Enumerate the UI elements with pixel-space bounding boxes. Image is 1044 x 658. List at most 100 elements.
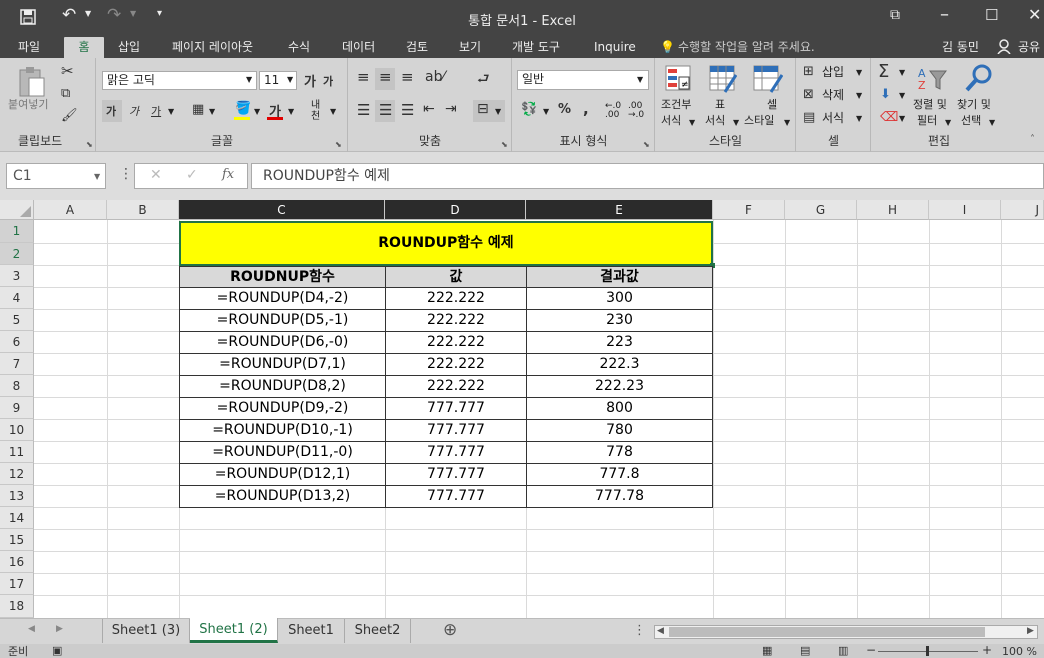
cell-result[interactable]: 777.78 <box>527 486 713 507</box>
format-cells-icon[interactable]: ▤ <box>803 110 815 125</box>
cell-function[interactable]: =ROUNDUP(D6,-0) <box>180 332 386 353</box>
cell-value[interactable]: 777.777 <box>386 442 527 463</box>
find-select-line1[interactable]: 찾기 및 <box>957 98 991 112</box>
scrollbar-thumb[interactable] <box>669 627 985 637</box>
maximize-icon[interactable]: ☐ <box>985 6 998 24</box>
format-as-table-chevron-icon[interactable]: ▼ <box>733 118 739 127</box>
decrease-decimal-icon[interactable]: .00 →.0 <box>628 102 646 120</box>
select-all-corner[interactable] <box>0 200 34 220</box>
column-header-c[interactable]: C <box>179 200 385 220</box>
cell-function[interactable]: =ROUNDUP(D5,-1) <box>180 310 386 331</box>
borders-chevron-icon[interactable]: ▼ <box>209 107 215 116</box>
cell-result[interactable]: 778 <box>527 442 713 463</box>
sheet-tab[interactable]: Sheet1 <box>278 619 345 643</box>
grow-font-icon[interactable]: 가 <box>304 71 316 90</box>
tab-formulas[interactable]: 수식 <box>286 37 312 58</box>
align-center-icon[interactable]: ☰ <box>379 101 392 119</box>
cell-value[interactable]: 222.222 <box>386 354 527 375</box>
row-header[interactable]: 8 <box>0 375 34 397</box>
cell-value[interactable]: 222.222 <box>386 376 527 397</box>
macro-record-icon[interactable]: ▣ <box>52 645 62 657</box>
cell-styles-line2[interactable]: 스타일 <box>744 114 774 128</box>
find-select-chevron-icon[interactable]: ▼ <box>989 118 995 127</box>
column-header-j[interactable]: J <box>1001 200 1044 220</box>
copy-icon[interactable]: ⧉ <box>61 86 70 101</box>
sort-filter-icon[interactable]: AZ <box>917 65 947 93</box>
row-header[interactable]: 7 <box>0 353 34 375</box>
cell-styles-icon[interactable] <box>753 65 783 93</box>
cell-function[interactable]: =ROUNDUP(D10,-1) <box>180 420 386 441</box>
italic-button[interactable]: 가 <box>129 103 139 119</box>
autosum-icon[interactable]: Σ <box>878 61 889 82</box>
orientation-icon[interactable]: ab⁄ <box>425 69 445 85</box>
cell-function[interactable]: =ROUNDUP(D9,-2) <box>180 398 386 419</box>
borders-icon[interactable]: ▦ <box>192 102 204 117</box>
cell-value[interactable]: 222.222 <box>386 310 527 331</box>
fill-chevron-icon[interactable]: ▼ <box>899 91 905 100</box>
cell-result[interactable]: 777.8 <box>527 464 713 485</box>
phonetic-chevron-icon[interactable]: ▼ <box>330 107 336 116</box>
merge-center-icon[interactable]: ⊟ <box>477 101 489 117</box>
tab-inquire[interactable]: Inquire <box>592 37 638 58</box>
insert-function-icon[interactable]: fx <box>222 167 234 182</box>
percent-style-button[interactable]: % <box>558 102 571 117</box>
row-header[interactable]: 3 <box>0 265 34 287</box>
sort-filter-line2[interactable]: 필터 <box>917 114 937 128</box>
cell-value[interactable]: 222.222 <box>386 332 527 353</box>
number-format-chevron-icon[interactable]: ▼ <box>637 75 643 84</box>
page-layout-view-icon[interactable]: ▤ <box>800 645 810 657</box>
cell-result[interactable]: 230 <box>527 310 713 331</box>
column-header-d[interactable]: D <box>385 200 526 220</box>
row-header[interactable]: 17 <box>0 573 34 595</box>
formula-bar-options-icon[interactable]: ⋮ <box>119 166 133 182</box>
underline-chevron-icon[interactable]: ▼ <box>168 107 174 116</box>
find-select-icon[interactable] <box>964 63 994 93</box>
row-header[interactable]: 2 <box>0 243 34 265</box>
cell-result[interactable]: 223 <box>527 332 713 353</box>
autosum-chevron-icon[interactable]: ▼ <box>899 68 905 77</box>
bold-button[interactable]: 가 <box>106 103 116 119</box>
align-left-icon[interactable]: ☰ <box>357 101 370 119</box>
scroll-left-icon[interactable]: ◀ <box>657 626 664 636</box>
sheet-tab[interactable]: Sheet1 (3) <box>102 619 190 643</box>
close-icon[interactable]: ✕ <box>1028 5 1041 24</box>
fill-down-icon[interactable]: ⬇ <box>880 87 891 102</box>
row-header[interactable]: 16 <box>0 551 34 573</box>
tab-page-layout[interactable]: 페이지 레이아웃 <box>170 37 255 58</box>
number-launcher-icon[interactable]: ⬊ <box>643 140 650 149</box>
wrap-text-icon[interactable]: ⮐ <box>477 68 490 92</box>
align-middle-icon[interactable]: ≡ <box>379 68 392 86</box>
accounting-format-icon[interactable]: 💱 <box>521 102 537 117</box>
increase-decimal-icon[interactable]: ←.0.00 <box>605 102 623 120</box>
insert-cells-label[interactable]: 삽입 <box>822 65 844 79</box>
shrink-font-icon[interactable]: 가 <box>323 73 333 89</box>
new-sheet-icon[interactable]: ⊕ <box>443 620 457 640</box>
column-header-i[interactable]: I <box>929 200 1001 220</box>
tab-split-handle-icon[interactable]: ⋮ <box>633 623 646 638</box>
font-name-select[interactable]: 맑은 고딕 <box>102 71 257 90</box>
insert-cells-chevron-icon[interactable]: ▼ <box>856 68 862 77</box>
row-header[interactable]: 15 <box>0 529 34 551</box>
cell-function[interactable]: =ROUNDUP(D7,1) <box>180 354 386 375</box>
align-right-icon[interactable]: ☰ <box>401 101 414 119</box>
formula-input[interactable]: ROUNDUP함수 예제 <box>251 163 1044 189</box>
name-box[interactable]: C1 <box>6 163 106 189</box>
cell-function[interactable]: =ROUNDUP(D12,1) <box>180 464 386 485</box>
font-launcher-icon[interactable]: ⬊ <box>335 140 342 149</box>
zoom-level[interactable]: 100 % <box>1002 646 1037 658</box>
row-header[interactable]: 1 <box>0 220 34 243</box>
format-painter-icon[interactable]: 🖌 <box>61 108 78 123</box>
tab-home[interactable]: 홈 <box>64 37 104 58</box>
format-cells-label[interactable]: 서식 <box>822 111 844 125</box>
cell-styles-chevron-icon[interactable]: ▼ <box>784 118 790 127</box>
normal-view-icon[interactable]: ▦ <box>762 645 772 657</box>
cell-value[interactable]: 222.222 <box>386 288 527 309</box>
row-header[interactable]: 4 <box>0 287 34 309</box>
tell-me-box[interactable]: 수행할 작업을 알려 주세요. <box>676 37 817 58</box>
horizontal-scrollbar[interactable]: ◀ ▶ <box>654 625 1038 639</box>
format-as-table-icon[interactable] <box>709 65 737 93</box>
tab-data[interactable]: 데이터 <box>340 37 377 58</box>
ribbon-display-icon[interactable]: ⧉ <box>890 7 900 23</box>
comma-style-button[interactable]: , <box>583 100 589 118</box>
row-header[interactable]: 10 <box>0 419 34 441</box>
